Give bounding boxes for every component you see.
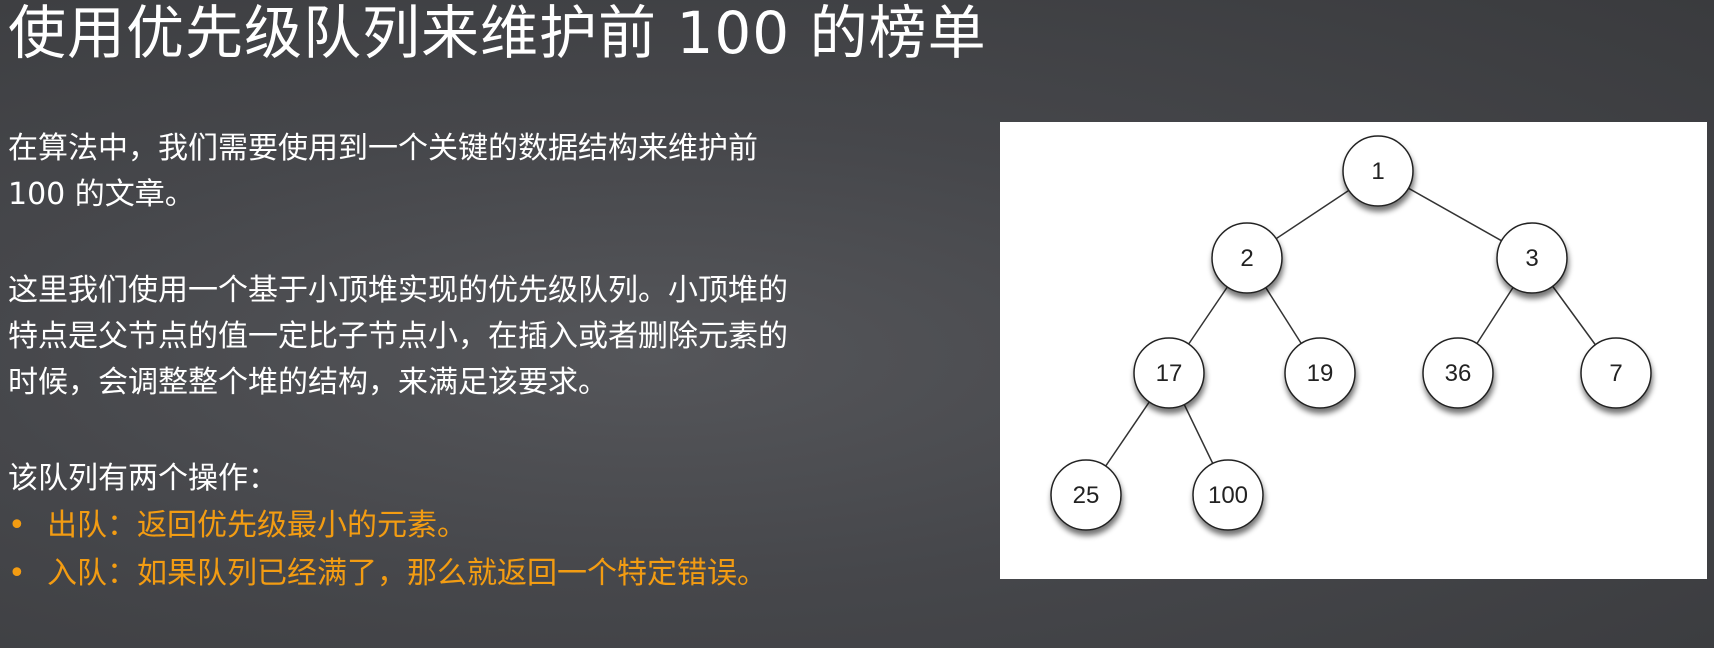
heap-node-2: 2 — [1211, 222, 1283, 294]
heap-node-3: 3 — [1496, 222, 1568, 294]
heap-node-7: 7 — [1580, 337, 1652, 409]
min-heap-diagram: 1 2 3 17 19 36 7 25 100 — [1000, 122, 1707, 579]
text-line: 100 的文章。 — [8, 177, 195, 212]
heap-node-label: 100 — [1208, 482, 1248, 509]
heap-node-1: 1 — [1342, 135, 1414, 207]
operations-intro: 该队列有两个操作： — [8, 461, 278, 496]
text-line: 特点是父节点的值一定比子节点小，在插入或者删除元素的 — [8, 319, 788, 354]
nodes-layer: 1 2 3 17 19 36 7 25 100 — [1050, 135, 1652, 531]
heap-description-paragraph: 这里我们使用一个基于小顶堆实现的优先级队列。小顶堆的 特点是父节点的值一定比子节… — [8, 268, 908, 406]
heap-node-17: 17 — [1133, 337, 1205, 409]
edges-layer — [1085, 170, 1617, 496]
heap-node-100: 100 — [1192, 459, 1264, 531]
text-line: 时候，会调整整个堆的结构，来满足该要求。 — [8, 365, 608, 400]
operations-list: • 出队：返回优先级最小的元素。 • 入队：如果队列已经满了，那么就返回一个特定… — [8, 502, 908, 598]
heap-node-25: 25 — [1050, 459, 1122, 531]
heap-tree-svg: 1 2 3 17 19 36 7 25 100 — [1050, 135, 1652, 531]
heap-node-label: 3 — [1525, 245, 1538, 272]
heap-node-19: 19 — [1284, 337, 1356, 409]
heap-node-label: 2 — [1240, 245, 1253, 272]
bullet-text: 入队：如果队列已经满了，那么就返回一个特定错误。 — [47, 556, 767, 591]
text-line: 在算法中，我们需要使用到一个关键的数据结构来维护前 — [8, 131, 758, 166]
bullet-text: 出队：返回优先级最小的元素。 — [47, 508, 467, 543]
list-item-enqueue: • 入队：如果队列已经满了，那么就返回一个特定错误。 — [8, 550, 908, 598]
heap-node-label: 36 — [1445, 360, 1472, 387]
text-line: 这里我们使用一个基于小顶堆实现的优先级队列。小顶堆的 — [8, 273, 788, 308]
heap-node-label: 19 — [1307, 360, 1334, 387]
heap-node-label: 7 — [1609, 360, 1622, 387]
heap-node-label: 17 — [1156, 360, 1183, 387]
heap-node-label: 25 — [1073, 482, 1100, 509]
slide-body: 在算法中，我们需要使用到一个关键的数据结构来维护前 100 的文章。 这里我们使… — [8, 126, 908, 598]
heap-node-label: 1 — [1371, 158, 1384, 185]
slide-title: 使用优先级队列来维护前 100 的榜单 — [8, 0, 987, 67]
list-item-dequeue: • 出队：返回优先级最小的元素。 — [8, 502, 908, 550]
intro-paragraph: 在算法中，我们需要使用到一个关键的数据结构来维护前 100 的文章。 — [8, 126, 908, 218]
bullet-dot: • — [8, 556, 26, 591]
bullet-dot: • — [8, 508, 26, 543]
heap-node-36: 36 — [1422, 337, 1494, 409]
